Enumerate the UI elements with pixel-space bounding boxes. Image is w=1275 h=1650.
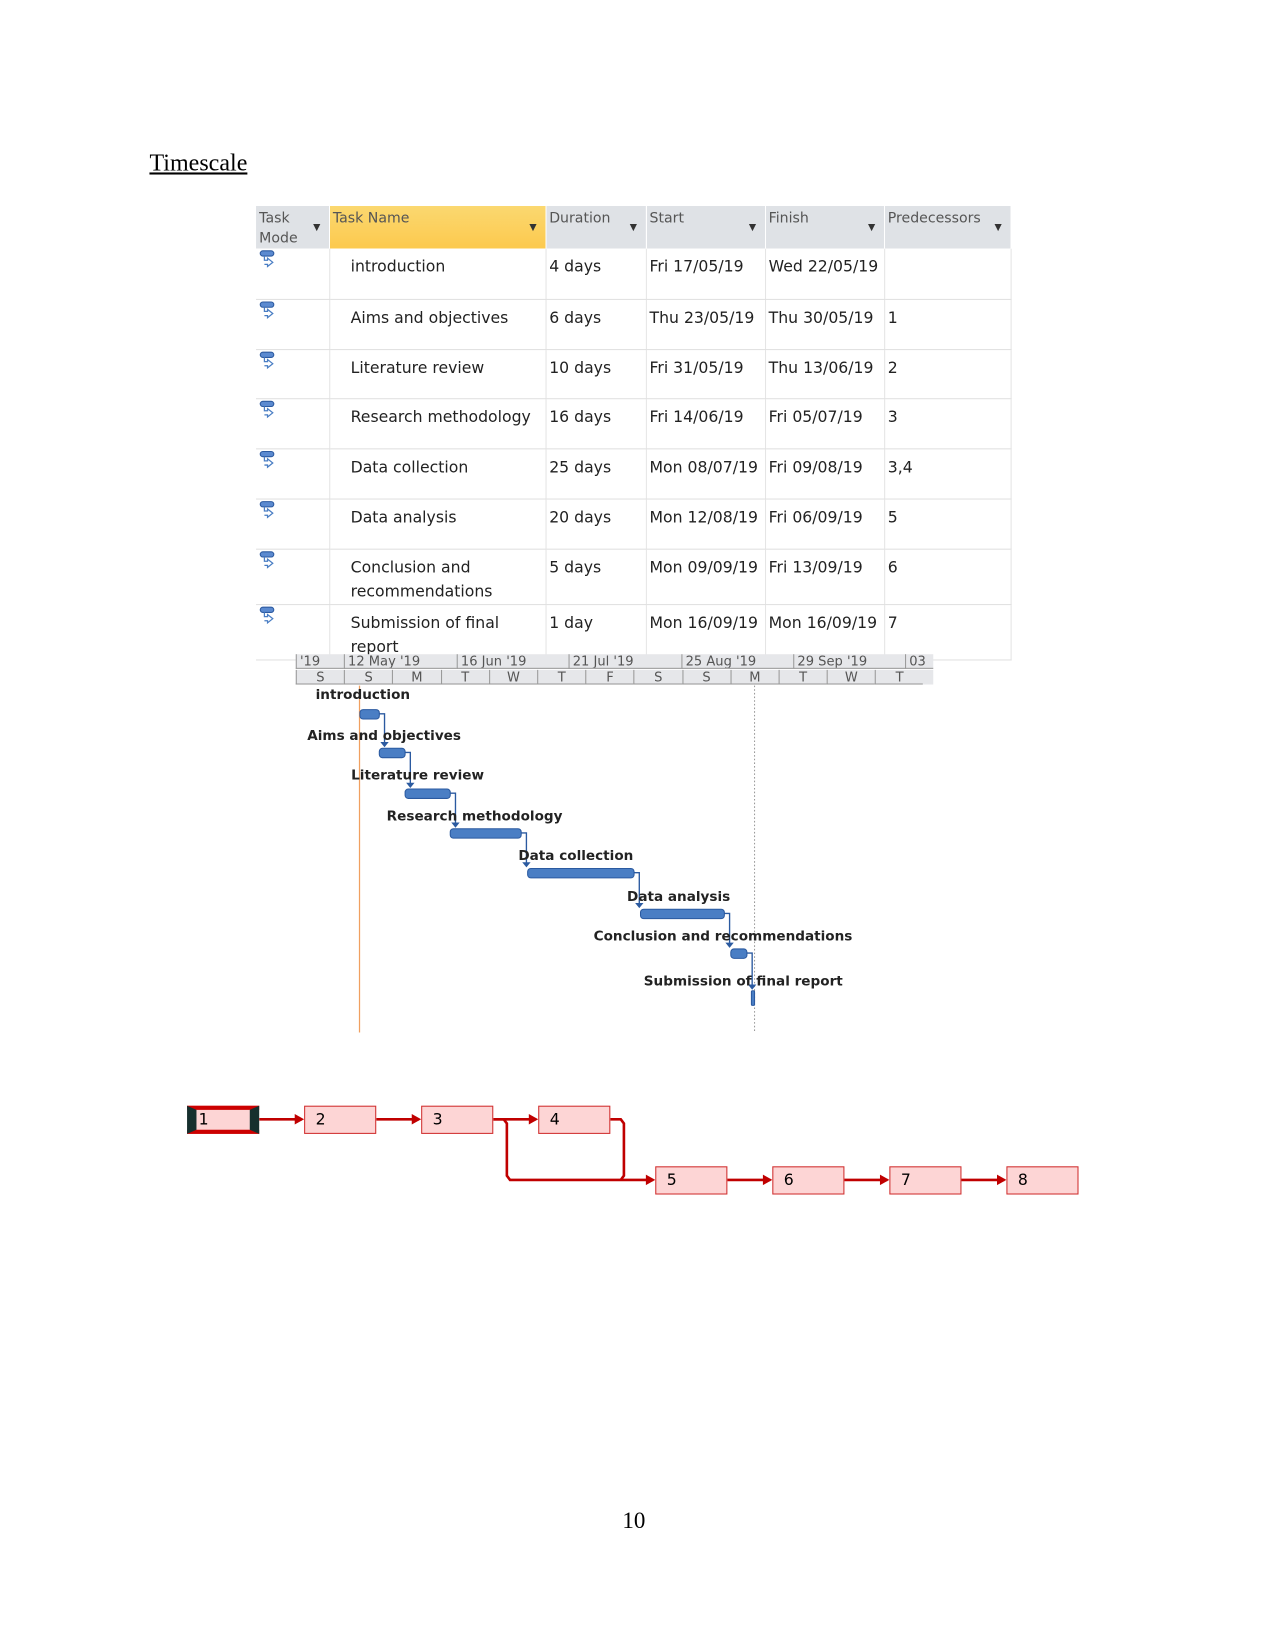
page-number: 10 [622,1507,646,1534]
arrow-head-icon [762,1174,773,1186]
arrow-head-icon [411,1114,422,1125]
network-node[interactable]: 8 [1006,1166,1079,1195]
network-node[interactable]: 6 [772,1166,845,1195]
network-node[interactable]: 3 [421,1105,494,1134]
document-page: Timescale Task Mode ▼ Task Name ▼ Duration… [0,0,1275,1650]
arrow-head-icon [294,1114,305,1125]
network-link [610,1117,626,1181]
network-node[interactable]: 7 [889,1166,962,1195]
network-node[interactable]: 1 [187,1105,260,1134]
network-diagram-connectors [259,1114,1007,1186]
arrow-head-icon [645,1174,656,1186]
network-node[interactable]: 5 [655,1166,728,1195]
arrow-head-icon [997,1174,1007,1186]
arrow-head-icon [879,1174,890,1186]
network-node[interactable]: 4 [538,1105,611,1134]
arrow-head-icon [528,1114,539,1125]
network-node[interactable]: 2 [304,1105,377,1134]
